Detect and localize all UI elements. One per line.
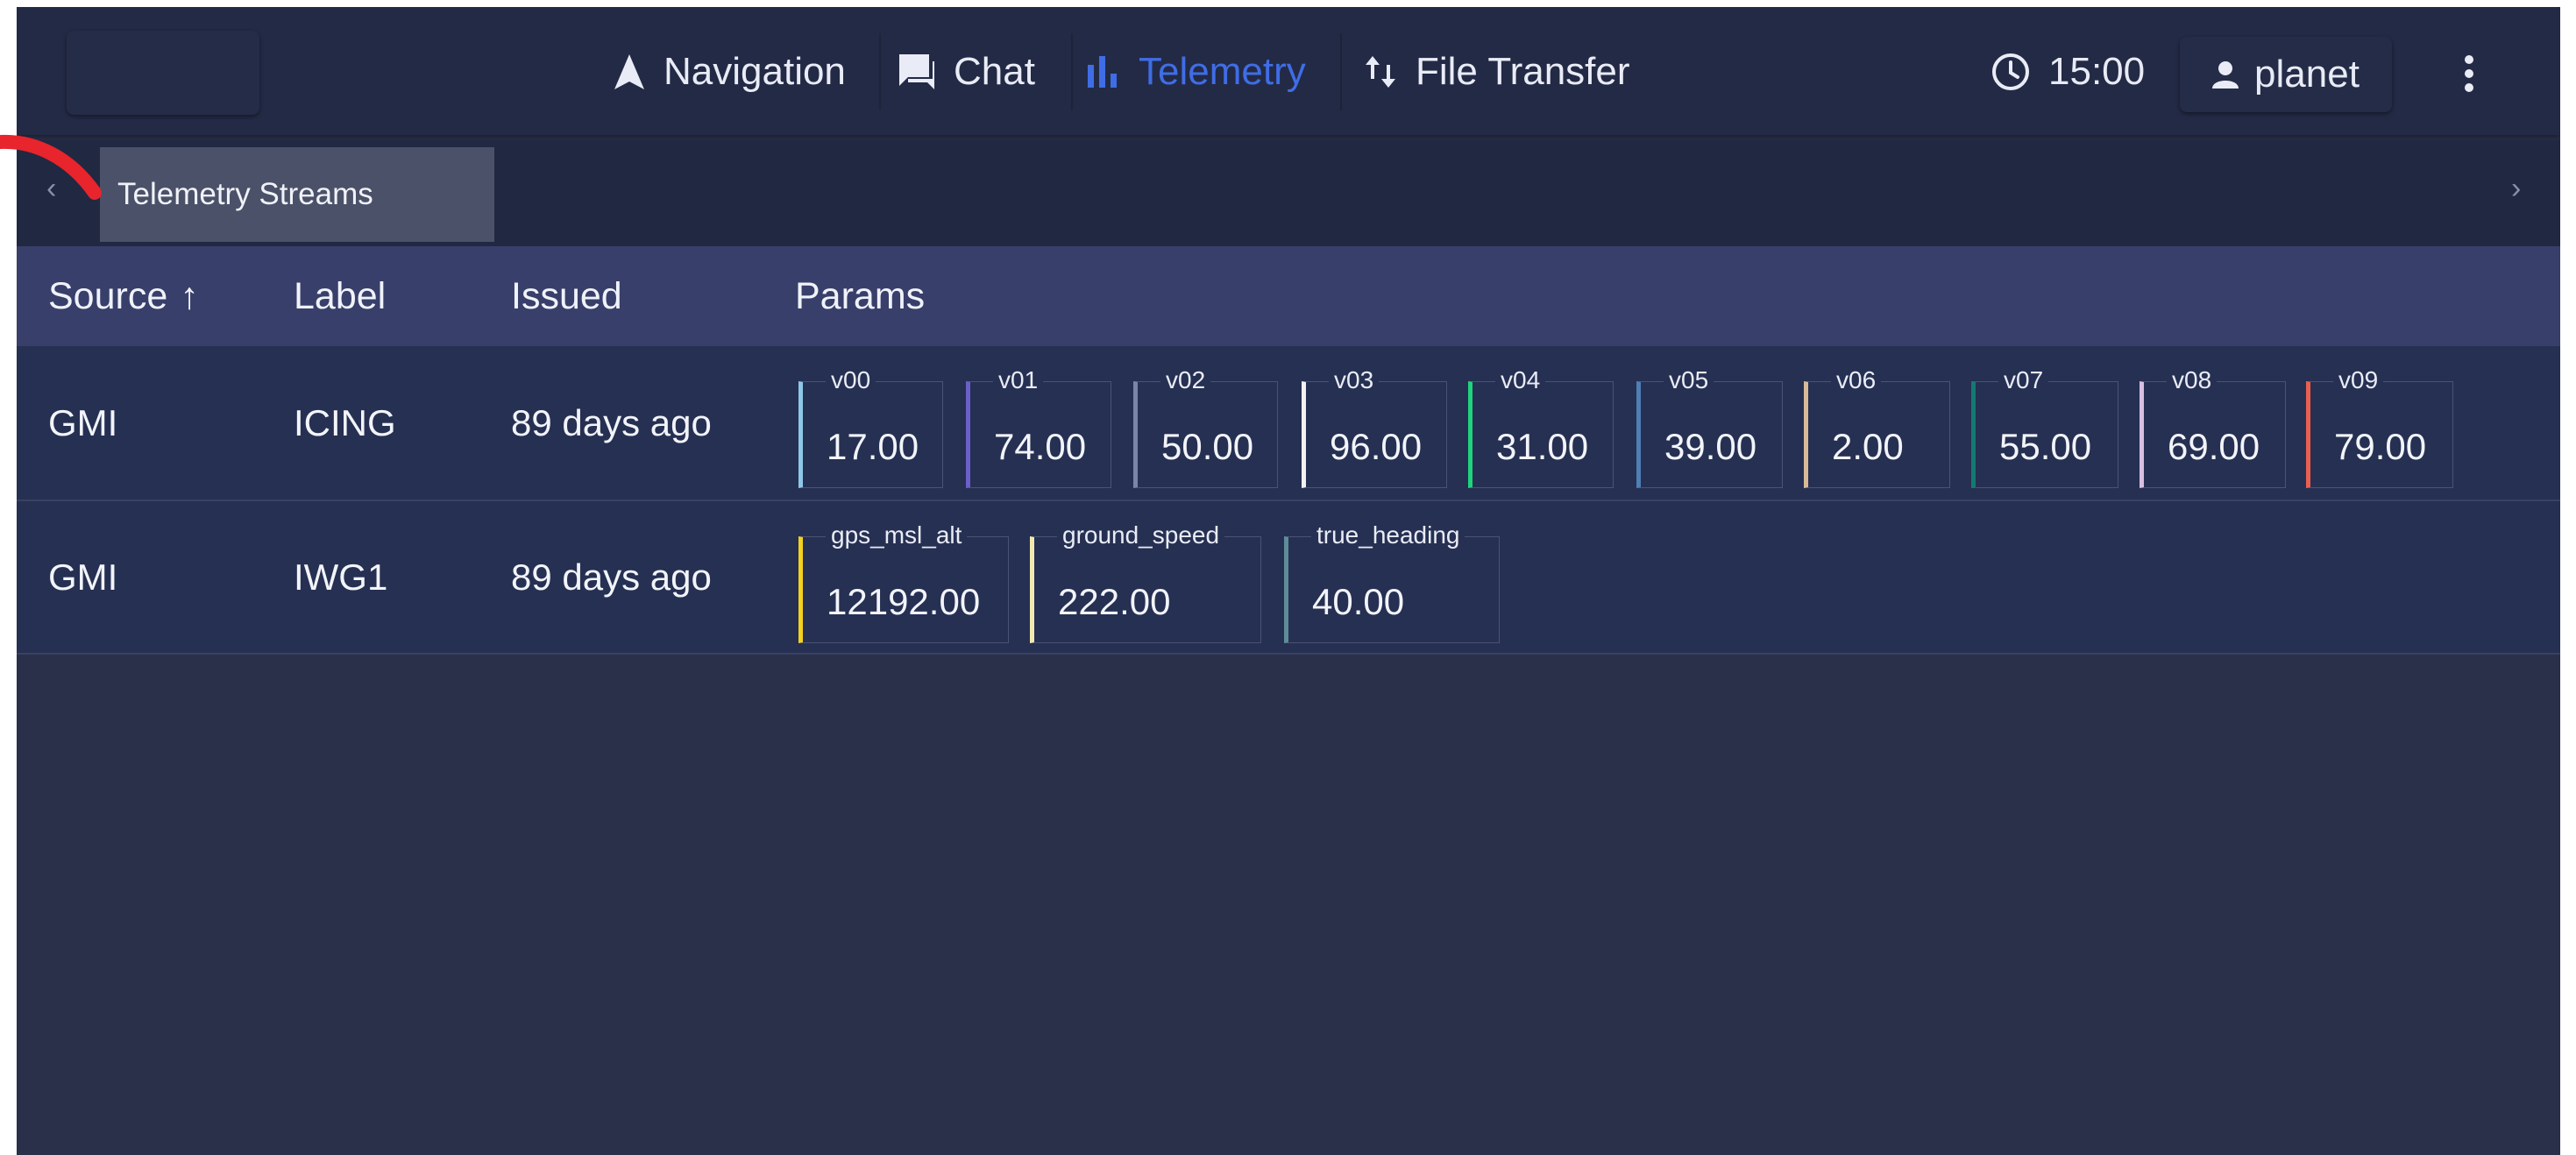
param-name: v07 [1998,365,2049,395]
tab-scroll-right-icon[interactable]: › [2511,172,2521,206]
cell-issued: 89 days ago [511,556,712,598]
param-value: 31.00 [1496,426,1589,467]
cell-label: ICING [294,401,396,443]
annotation-arrow-icon [0,134,102,200]
nav-file-transfer[interactable]: File Transfer [1363,35,1630,109]
nav-divider [879,33,881,110]
param-value: 12192.00 [827,581,981,622]
user-menu-button[interactable]: planet [2180,37,2392,112]
param-value: 39.00 [1664,426,1757,467]
param-name: v00 [826,365,876,395]
table-header: Source ↑ Label Issued Params [17,246,2560,346]
param-name: v06 [1831,365,1882,395]
param-name: ground_speed [1057,521,1225,550]
cell-source: GMI [48,556,118,598]
param-name: v02 [1160,365,1211,395]
param-value: 55.00 [1999,426,2092,467]
param-chip-v05[interactable]: v05 39.00 [1636,365,1783,488]
param-chip-v08[interactable]: v08 69.00 [2140,365,2286,488]
table-row[interactable]: GMI IWG1 89 days ago gps_msl_alt 12192.00… [17,501,2560,655]
top-app-bar: Navigation Chat Telemetry File Transfer [17,7,2560,135]
column-header-params[interactable]: Params [795,246,925,346]
user-name: planet [2254,53,2360,96]
param-chip-gps-msl-alt[interactable]: gps_msl_alt 12192.00 [798,521,1009,643]
nav-telemetry-label: Telemetry [1139,50,1306,93]
param-chip-v00[interactable]: v00 17.00 [798,365,943,488]
param-value: 222.00 [1058,581,1171,622]
param-name: v03 [1329,365,1380,395]
nav-file-transfer-label: File Transfer [1416,50,1630,93]
param-value: 50.00 [1161,426,1254,467]
more-vert-icon[interactable] [2459,47,2480,100]
param-chip-v06[interactable]: v06 2.00 [1804,365,1950,488]
param-chip-v04[interactable]: v04 31.00 [1468,365,1614,488]
nav-telemetry[interactable]: Telemetry [1086,35,1306,109]
param-name: v05 [1664,365,1714,395]
param-value: 79.00 [2334,426,2427,467]
nav-navigation[interactable]: Navigation [613,35,846,109]
param-chip-v02[interactable]: v02 50.00 [1133,365,1278,488]
person-icon [2212,60,2239,89]
swap-vert-icon [1363,53,1398,91]
param-value: 2.00 [1832,426,1904,467]
cell-source: GMI [48,401,118,443]
param-name: v09 [2333,365,2384,395]
tab-label: Telemetry Streams [117,177,373,211]
param-value: 74.00 [994,426,1087,467]
sort-ascending-icon: ↑ [180,274,199,317]
cell-issued: 89 days ago [511,401,712,443]
cell-label: IWG1 [294,556,388,598]
logo-button[interactable] [67,31,259,115]
app-window: Navigation Chat Telemetry File Transfer [17,7,2560,1155]
param-name: v01 [993,365,1044,395]
column-header-source-label: Source [48,274,168,317]
clock-icon [1991,52,2031,92]
nav-divider [1071,33,1073,110]
tab-telemetry-streams[interactable]: Telemetry Streams [100,147,494,242]
table-row[interactable]: GMI ICING 89 days ago v00 17.00 v01 74.00 v0… [17,346,2560,501]
param-chip-true-heading[interactable]: true_heading 40.00 [1284,521,1500,643]
param-name: v04 [1495,365,1546,395]
param-name: v08 [2167,365,2218,395]
param-chip-v07[interactable]: v07 55.00 [1971,365,2118,488]
tab-strip: ‹ Telemetry Streams › [17,140,2560,246]
param-name: true_heading [1311,521,1465,550]
clock: 15:00 [1991,35,2145,109]
bar-chart-icon [1086,54,1121,89]
nav-divider [1340,33,1342,110]
param-chip-v01[interactable]: v01 74.00 [966,365,1111,488]
param-value: 69.00 [2168,426,2260,467]
param-chip-v03[interactable]: v03 96.00 [1302,365,1447,488]
param-value: 40.00 [1312,581,1405,622]
chat-icon [898,53,936,91]
nav-navigation-label: Navigation [664,50,846,93]
param-value: 17.00 [827,426,919,467]
param-value: 96.00 [1330,426,1423,467]
nav-chat-label: Chat [954,50,1035,93]
navigation-arrow-icon [613,53,646,91]
column-header-issued[interactable]: Issued [511,246,622,346]
param-name: gps_msl_alt [826,521,968,550]
param-chip-v09[interactable]: v09 79.00 [2306,365,2453,488]
nav-chat[interactable]: Chat [898,35,1035,109]
clock-time: 15:00 [2048,50,2146,93]
column-header-label[interactable]: Label [294,246,386,346]
column-header-source[interactable]: Source ↑ [48,246,199,346]
param-chip-ground-speed[interactable]: ground_speed 222.00 [1030,521,1261,643]
